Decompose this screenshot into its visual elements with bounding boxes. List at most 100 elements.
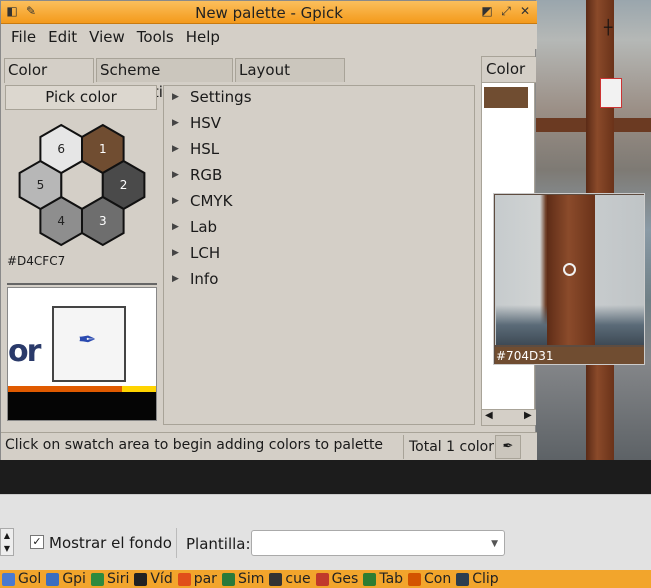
show-background-label: Mostrar el fondo bbox=[49, 534, 172, 552]
expander-icon[interactable]: ▶ bbox=[172, 170, 182, 180]
app-icon bbox=[46, 572, 60, 586]
close-icon[interactable]: ✕ bbox=[517, 4, 533, 20]
app-icon bbox=[456, 572, 470, 586]
status-text: Click on swatch area to begin adding col… bbox=[5, 437, 384, 453]
photo-sign bbox=[600, 78, 622, 108]
taskbar-label: par bbox=[193, 571, 217, 587]
swatch-number: 1 bbox=[99, 142, 107, 156]
taskbar-item[interactable]: Gol bbox=[0, 570, 44, 588]
app-icon bbox=[221, 572, 235, 586]
taskbar-item[interactable]: par bbox=[176, 570, 220, 588]
expander-icon[interactable]: ▶ bbox=[172, 92, 182, 102]
tree-item-rgb[interactable]: ▶ RGB bbox=[172, 166, 222, 184]
total-colors: Total 1 color bbox=[403, 435, 494, 459]
taskbar-label: Tab bbox=[379, 571, 404, 587]
expander-icon[interactable]: ▶ bbox=[172, 196, 182, 206]
taskbar-item[interactable]: Con bbox=[406, 570, 454, 588]
app-icon bbox=[408, 572, 422, 586]
menu-file[interactable]: File bbox=[5, 28, 42, 46]
taskbar-item[interactable]: Ges bbox=[314, 570, 362, 588]
magnifier-target-circle bbox=[563, 263, 576, 276]
taskbar-item[interactable]: cue bbox=[267, 570, 313, 588]
magnified-view bbox=[495, 195, 644, 345]
maximize-icon[interactable]: ⤢ bbox=[498, 4, 514, 20]
swatch-hexagons[interactable]: 1 2 3 4 5 6 bbox=[7, 115, 157, 255]
tree-item-info[interactable]: ▶ Info bbox=[172, 270, 218, 288]
crosshair-cursor-icon: ┼ bbox=[604, 20, 613, 36]
tree-item-label: RGB bbox=[190, 166, 223, 184]
taskbar-label: Gol bbox=[18, 571, 42, 587]
scroll-right-icon[interactable]: ▶ bbox=[524, 410, 532, 421]
tree-item-cmyk[interactable]: ▶ CMYK bbox=[172, 192, 232, 210]
spin-button[interactable]: ▲ ▼ bbox=[0, 528, 14, 556]
zoom-preview[interactable]: or ✒ bbox=[7, 287, 157, 421]
column-header-color[interactable]: Color bbox=[482, 57, 536, 83]
expander-icon[interactable]: ▶ bbox=[172, 248, 182, 258]
taskbar-label: Con bbox=[424, 571, 452, 587]
swatch-number: 6 bbox=[57, 142, 65, 156]
app-icon bbox=[2, 572, 15, 586]
taskbar: Gol Gpi Siri Víd par Sim cue Ges Tab Con Clip bbox=[0, 570, 651, 588]
taskbar-item[interactable]: Víd bbox=[132, 570, 175, 588]
taskbar-label: Siri bbox=[106, 571, 130, 587]
app-icon bbox=[90, 572, 104, 586]
tree-item-lab[interactable]: ▶ Lab bbox=[172, 218, 217, 236]
chevron-down-icon: ▼ bbox=[491, 539, 498, 549]
eyedropper-icon[interactable]: ✒ bbox=[495, 435, 521, 459]
tree-item-hsl[interactable]: ▶ HSL bbox=[172, 140, 219, 158]
tab-scheme-generation[interactable]: Scheme generation bbox=[96, 58, 233, 101]
taskbar-item[interactable]: Tab bbox=[361, 570, 406, 588]
magnifier-popup: #704D31 bbox=[493, 193, 645, 365]
swatch-number: 4 bbox=[57, 214, 65, 228]
palette-swatch[interactable] bbox=[484, 87, 528, 108]
expander-icon[interactable]: ▶ bbox=[172, 144, 182, 154]
taskbar-item[interactable]: Sim bbox=[220, 570, 267, 588]
taskbar-label: Ges bbox=[331, 571, 359, 587]
background-dark-bar bbox=[0, 460, 651, 494]
taskbar-label: Sim bbox=[237, 571, 265, 587]
pick-color-button[interactable]: Pick color bbox=[5, 85, 157, 110]
preview-text-fragment: or bbox=[8, 334, 41, 369]
menu-edit[interactable]: Edit bbox=[42, 28, 83, 46]
tab-color-picker[interactable]: Color picker bbox=[4, 58, 94, 101]
template-select[interactable]: ▼ bbox=[251, 530, 505, 556]
title-bar[interactable]: ◧ ✎ New palette - Gpick ◩ ⤢ ✕ bbox=[1, 1, 537, 24]
preview-black-area bbox=[8, 392, 156, 420]
taskbar-item[interactable]: Siri bbox=[89, 570, 132, 588]
expander-icon[interactable]: ▶ bbox=[172, 222, 182, 232]
tree-item-lch[interactable]: ▶ LCH bbox=[172, 244, 220, 262]
tree-item-label: HSV bbox=[190, 114, 222, 132]
horizontal-scrollbar[interactable]: ◀ ▶ bbox=[482, 409, 536, 425]
color-info-tree: ▶ Settings ▶ HSV ▶ HSL ▶ RGB ▶ CMYK ▶ Lab ▶ LCH ▶ Info bbox=[163, 85, 475, 425]
preview-inner-box: ✒ bbox=[52, 306, 126, 382]
status-bar: Click on swatch area to begin adding col… bbox=[1, 432, 537, 460]
menu-help[interactable]: Help bbox=[180, 28, 226, 46]
swatch-number: 2 bbox=[120, 178, 128, 192]
zoom-ruler[interactable] bbox=[7, 269, 157, 285]
show-background-checkbox[interactable]: ✓ bbox=[30, 535, 44, 549]
scroll-left-icon[interactable]: ◀ bbox=[485, 410, 493, 421]
menu-view[interactable]: View bbox=[83, 28, 131, 46]
expander-icon[interactable]: ▶ bbox=[172, 118, 182, 128]
tab-layout-preview[interactable]: Layout preview bbox=[235, 58, 345, 101]
tree-item-label: Info bbox=[190, 270, 219, 288]
taskbar-label: cue bbox=[285, 571, 311, 587]
taskbar-item[interactable]: Clip bbox=[454, 570, 501, 588]
menu-tools[interactable]: Tools bbox=[131, 28, 180, 46]
expander-icon[interactable]: ▶ bbox=[172, 274, 182, 284]
template-label: Plantilla: bbox=[186, 535, 251, 553]
app-icon bbox=[269, 572, 283, 586]
swatch-number: 5 bbox=[37, 178, 45, 192]
toolbar-separator bbox=[176, 528, 177, 558]
tree-item-label: Lab bbox=[190, 218, 218, 236]
tree-item-hsv[interactable]: ▶ HSV bbox=[172, 114, 221, 132]
shade-icon[interactable]: ◩ bbox=[479, 4, 495, 20]
taskbar-label: Clip bbox=[472, 571, 499, 587]
tree-item-label: CMYK bbox=[190, 192, 233, 210]
app-icon bbox=[134, 572, 148, 586]
tree-item-label: Settings bbox=[190, 88, 252, 106]
app-icon bbox=[363, 572, 377, 586]
taskbar-item[interactable]: Gpi bbox=[44, 570, 89, 588]
tree-item-settings[interactable]: ▶ Settings bbox=[172, 88, 252, 106]
menu-bar: File Edit View Tools Help bbox=[1, 24, 537, 49]
